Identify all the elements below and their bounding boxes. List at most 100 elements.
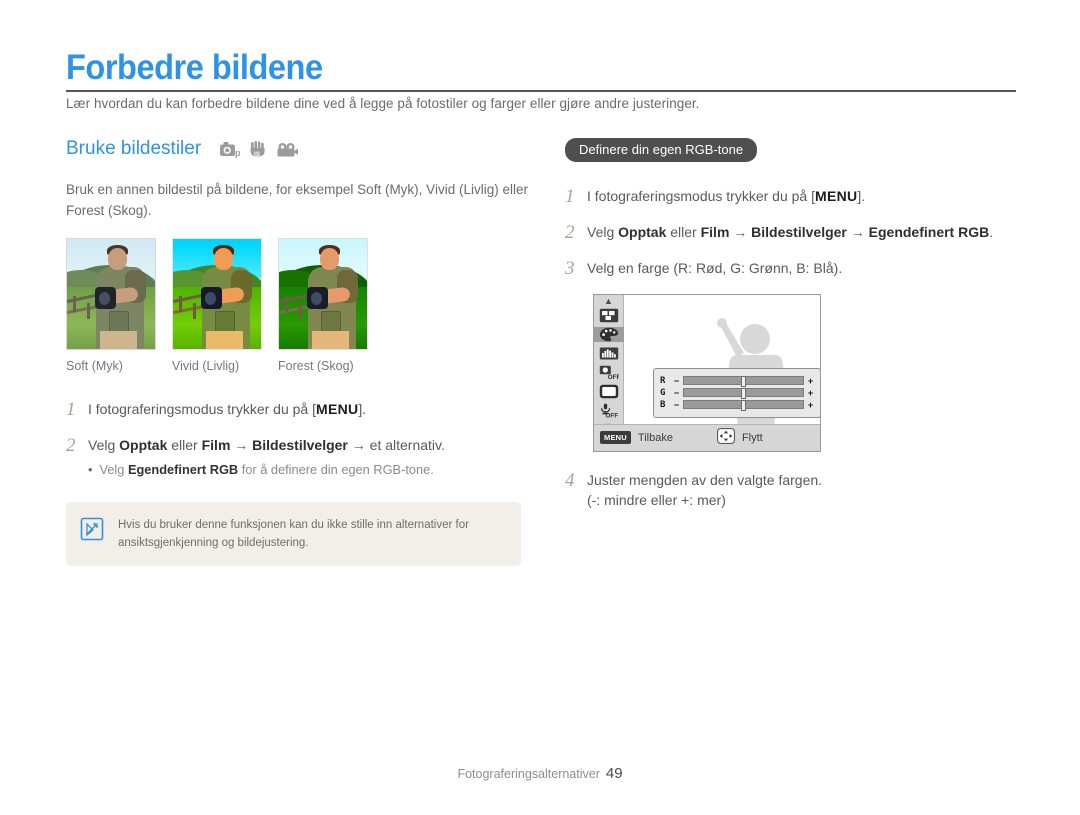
step-text-mid: eller	[167, 436, 202, 453]
bullet-text-pre: Velg	[99, 462, 128, 478]
menu-path-egendefinert-rgb: Egendefinert RGB	[868, 223, 990, 240]
lcd-bottom-bar: MENU Tilbake Flytt	[594, 423, 820, 451]
footer-page-number: 49	[605, 765, 623, 782]
rgb-plus-r[interactable]: +	[807, 376, 814, 386]
menu-path-bildestilvelger: Bildestilvelger	[751, 223, 847, 240]
voice-memo-off-icon[interactable]: OFF	[598, 403, 620, 418]
rgb-label-g: G	[660, 387, 666, 398]
note-pen-icon	[80, 517, 104, 546]
step-arrow: →	[230, 436, 253, 453]
style-sample-forest: Forest (Skog)	[278, 237, 368, 373]
menu-path-egendefinert-rgb: Egendefinert RGB	[127, 462, 239, 478]
rgb-minus-r[interactable]: −	[673, 376, 680, 386]
note-text: Hvis du bruker denne funksjonen kan du i…	[118, 518, 469, 550]
rgb-track-g[interactable]	[683, 388, 804, 400]
mode-icon-group: p IS	[220, 140, 299, 158]
menu-key-label: MENU	[815, 188, 858, 204]
step-item: 1 I fotograferingsmodus trykker du på [M…	[565, 186, 1020, 207]
focus-area-icon[interactable]	[598, 308, 620, 323]
status-badge: Definere din egen RGB-tone	[565, 138, 758, 162]
sample-photo-soft	[66, 237, 156, 350]
step-text: Velg en farge (R: Rød, G: Grønn, B: Blå)…	[587, 259, 843, 276]
movie-icon	[276, 142, 299, 158]
menu-chip[interactable]: MENU	[600, 431, 631, 445]
step-text: I fotograferingsmodus trykker du på [MEN…	[88, 399, 366, 419]
step-number: 4	[565, 469, 575, 491]
right-column: Definere din egen RGB-tone 1 I fotografe…	[565, 138, 1020, 525]
step-text: I fotograferingsmodus trykker du på [MEN…	[587, 186, 865, 206]
rgb-knob-b[interactable]	[741, 400, 747, 412]
chevron-up-icon[interactable]: ▲	[604, 296, 613, 306]
lcd-side-menu: ▲ OFF OFF	[593, 294, 624, 430]
step-sub-bullet: • Velg Egendefinert RGB for å definere d…	[88, 461, 445, 480]
step-item: 2 Velg Opptak eller Film → Bildestilvelg…	[66, 435, 536, 480]
rgb-slider-panel: R − + G − + B − +	[653, 367, 820, 418]
color-palette-icon[interactable]	[593, 326, 624, 342]
svg-text:p: p	[235, 148, 241, 158]
rgb-slider-row[interactable]: R − +	[660, 375, 814, 388]
rgb-slider-row[interactable]: B − +	[660, 399, 814, 412]
sample-label-vivid: Vivid (Livlig)	[172, 358, 240, 373]
step-text-post: → et alternativ.	[347, 436, 445, 453]
step-item: 3 Velg en farge (R: Rød, G: Grønn, B: Bl…	[565, 258, 1020, 279]
menu-path-opptak: Opptak	[618, 223, 667, 240]
lcd-back-label: Tilbake	[637, 431, 673, 444]
step-number: 1	[66, 398, 76, 420]
step-arrow: →	[729, 223, 752, 240]
step-text-pre: I fotograferingsmodus trykker du på [	[88, 400, 316, 417]
display-icon[interactable]	[598, 384, 620, 399]
histogram-icon[interactable]	[598, 346, 620, 361]
section-description: Bruk en annen bildestil på bildene, for …	[66, 182, 528, 218]
bullet-text: Velg Egendefinert RGB for å definere din…	[99, 461, 433, 480]
step-number: 3	[565, 257, 575, 279]
section-heading-label: Bruke bildestiler	[66, 138, 202, 159]
right-step-list: 1 I fotograferingsmodus trykker du på [M…	[565, 186, 1020, 279]
rgb-minus-g[interactable]: −	[673, 388, 680, 398]
step-item: 2 Velg Opptak eller Film → Bildestilvelg…	[565, 222, 1020, 243]
lcd-live-view: R − + G − + B − +	[625, 294, 820, 426]
camera-program-icon: p	[220, 141, 242, 158]
rgb-plus-b[interactable]: +	[807, 400, 814, 410]
note-box: Hvis du bruker denne funksjonen kan du i…	[66, 501, 521, 567]
footer-section-label: Fotograferingsalternativer	[457, 767, 600, 781]
title-divider	[66, 90, 1016, 92]
rgb-plus-g[interactable]: +	[807, 388, 814, 398]
style-sample-vivid: Vivid (Livlig)	[172, 237, 262, 373]
menu-key-label: MENU	[316, 400, 359, 417]
rgb-minus-b[interactable]: −	[673, 400, 680, 410]
step-text-mid: eller	[666, 223, 701, 240]
menu-path-film: Film	[201, 436, 231, 453]
rgb-knob-r[interactable]	[741, 376, 747, 388]
step-text-post: ].	[857, 188, 866, 204]
step-number: 2	[565, 221, 575, 243]
rgb-track-r[interactable]	[683, 376, 804, 388]
dual-is-icon: IS	[249, 140, 269, 158]
menu-path-film: Film	[700, 223, 730, 240]
step-arrow: →	[846, 223, 869, 240]
step-number: 2	[66, 434, 76, 456]
step-text: Velg Opptak eller Film → Bildestilvelger…	[587, 222, 993, 242]
rgb-knob-g[interactable]	[741, 388, 747, 400]
page-intro: Lær hvordan du kan forbedre bildene dine…	[66, 96, 700, 111]
svg-text:OFF: OFF	[605, 412, 618, 417]
four-way-dpad-icon[interactable]	[717, 428, 735, 447]
sample-label-soft: Soft (Myk)	[66, 358, 123, 373]
rgb-slider-row[interactable]: G − +	[660, 387, 814, 400]
lcd-move-label: Flytt	[741, 431, 763, 444]
section-heading: Bruke bildestiler p IS	[66, 138, 536, 160]
style-sample-soft: Soft (Myk)	[66, 237, 156, 373]
rgb-label-r: R	[660, 375, 666, 386]
step-text-pre: Velg	[587, 223, 619, 240]
svg-text:IS: IS	[254, 151, 261, 158]
left-column: Bruke bildestiler p IS Bruk en annen bil…	[66, 138, 536, 567]
step-text: Juster mengden av den valgte fargen. (-:…	[587, 470, 822, 511]
step-text-line1: Juster mengden av den valgte fargen.	[587, 471, 823, 488]
sample-label-forest: Forest (Skog)	[278, 358, 354, 373]
sample-photo-forest	[278, 237, 368, 350]
face-detect-off-icon[interactable]: OFF	[598, 365, 620, 380]
rgb-track-b[interactable]	[683, 400, 804, 412]
svg-text:OFF: OFF	[607, 374, 618, 380]
page-title: Forbedre bildene	[66, 48, 323, 87]
step-text-post: ].	[358, 400, 367, 417]
rgb-label-b: B	[660, 399, 666, 410]
